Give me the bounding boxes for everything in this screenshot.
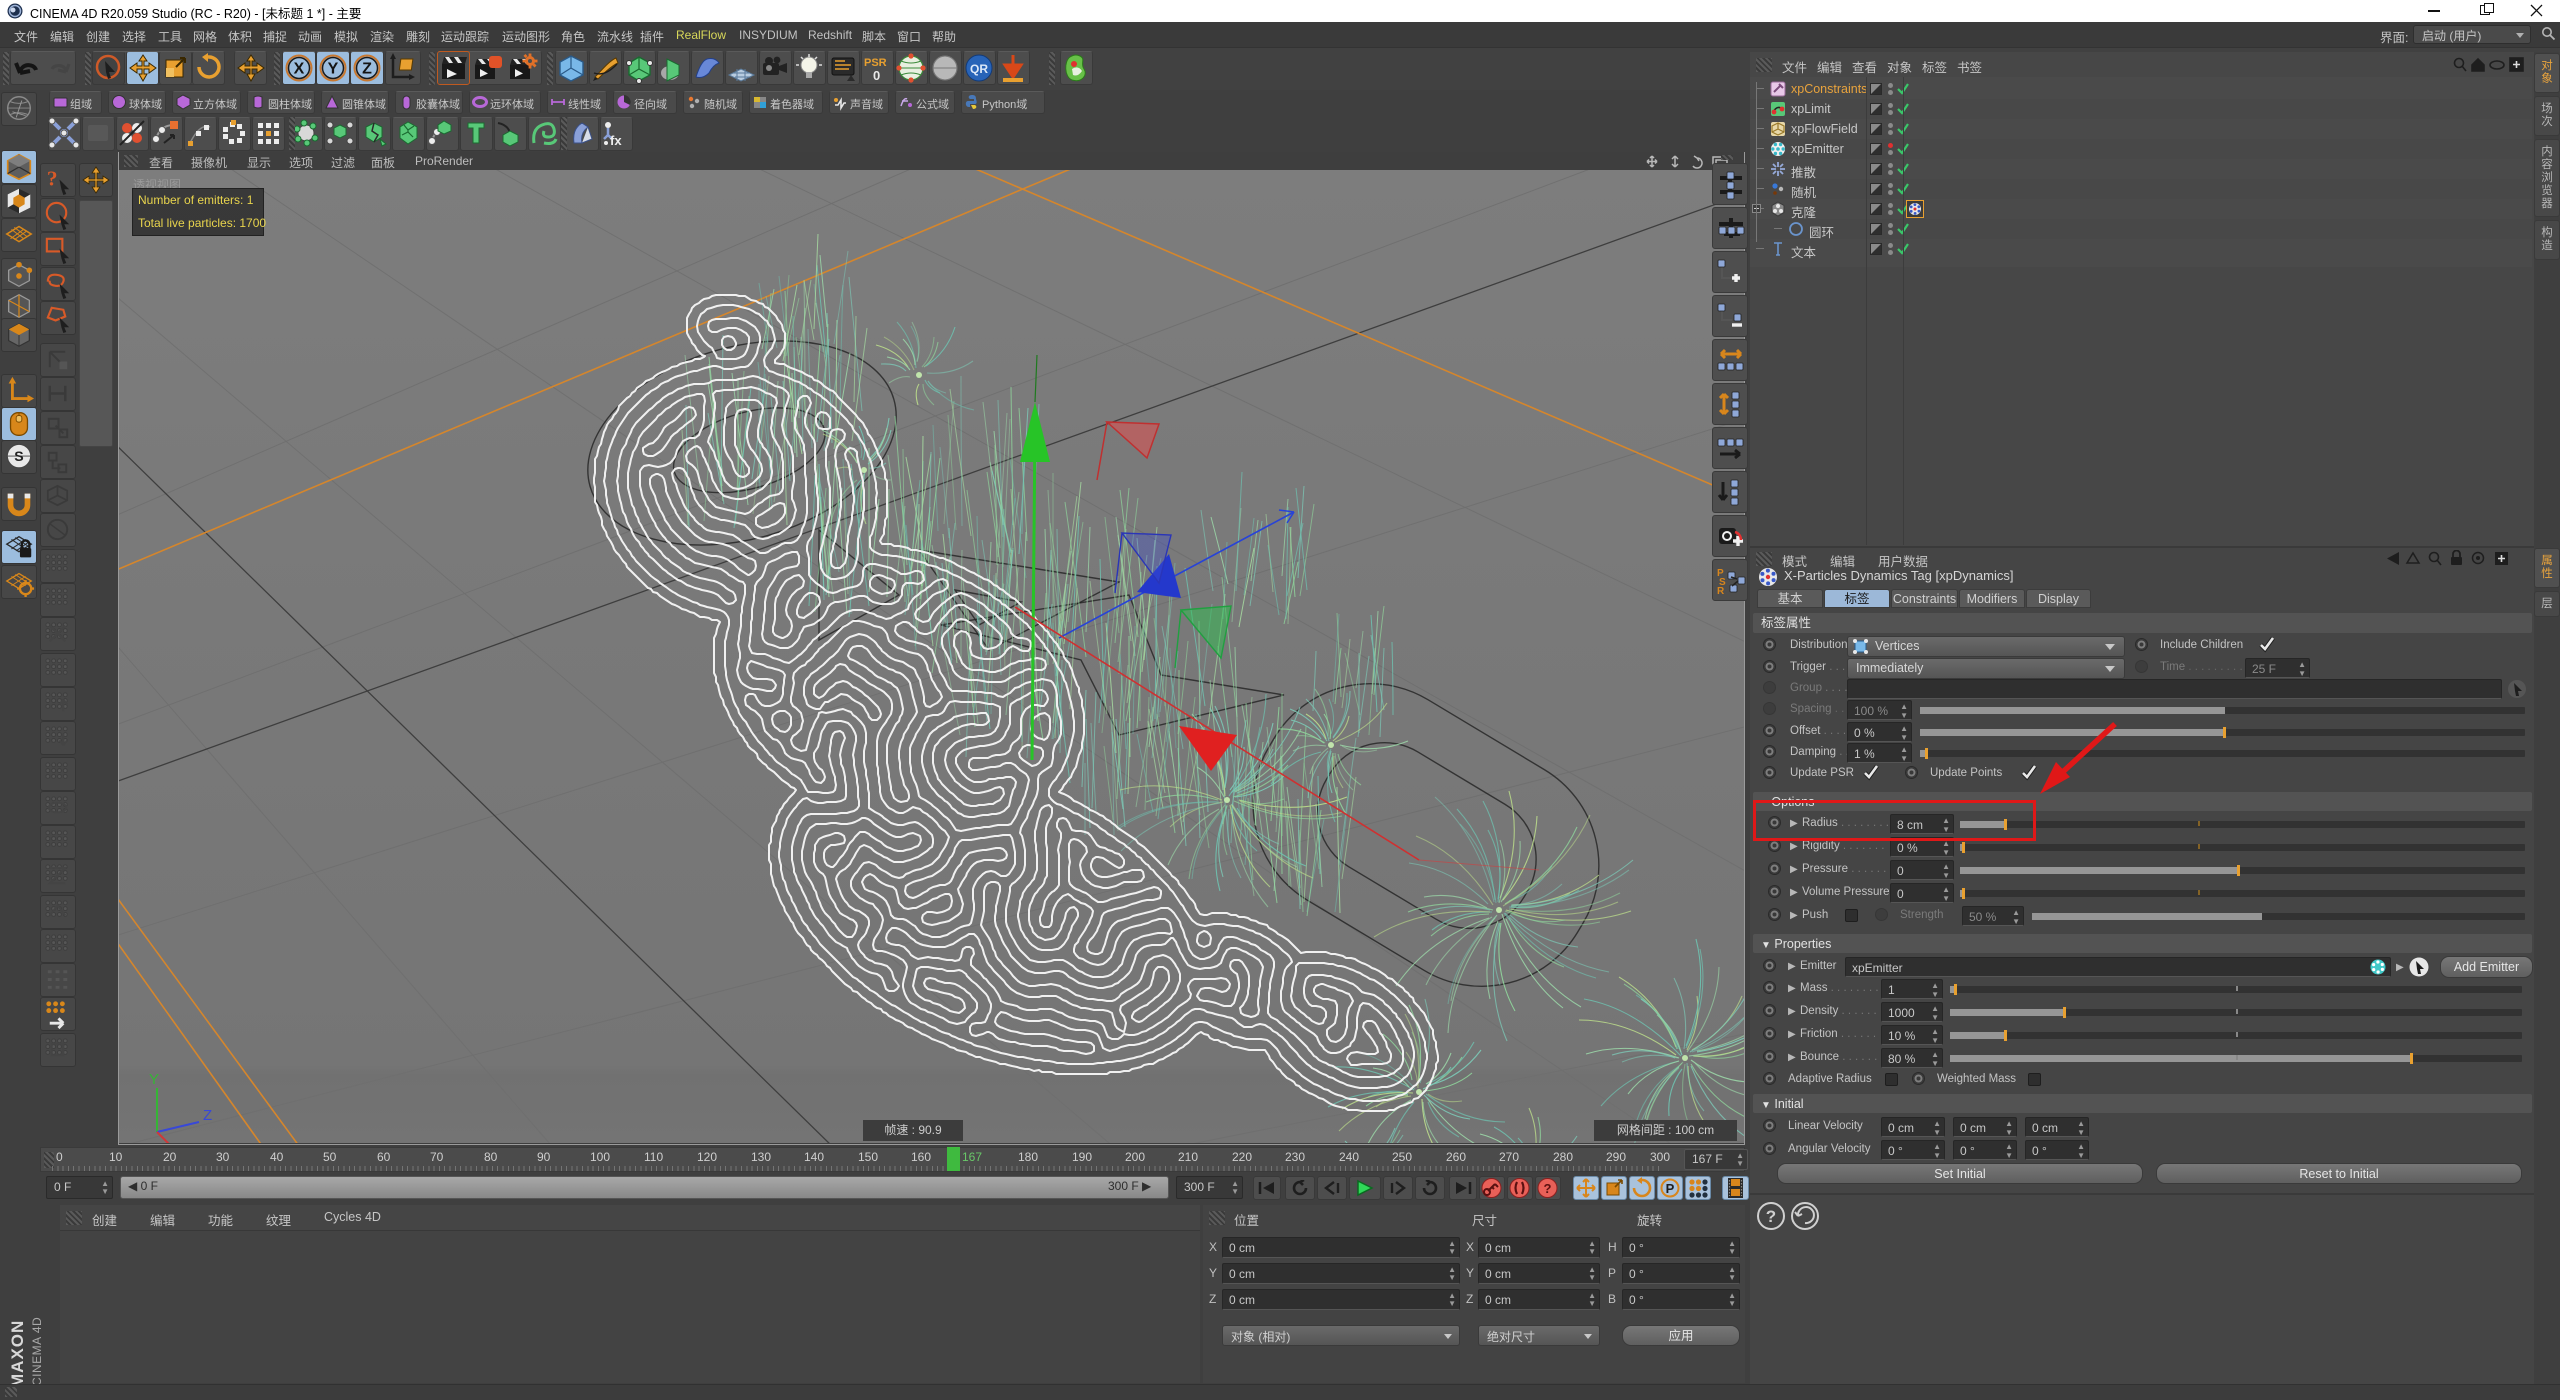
svg-text:Y: Y [328, 61, 339, 78]
svg-text:Z: Z [203, 1107, 212, 1124]
svg-text:?: ? [1544, 1181, 1552, 1196]
svg-text:?: ? [47, 166, 58, 190]
svg-text:Y: Y [149, 1071, 159, 1088]
svg-text:Z: Z [362, 61, 372, 78]
svg-text:0: 0 [873, 68, 880, 83]
svg-text:X: X [294, 61, 305, 78]
svg-text:fx: fx [610, 133, 622, 148]
svg-text:P: P [1666, 1181, 1675, 1196]
svg-text:?: ? [1766, 1207, 1776, 1226]
svg-text:S: S [14, 448, 23, 464]
svg-text:QR: QR [970, 62, 988, 76]
svg-text:R: R [1717, 586, 1725, 597]
